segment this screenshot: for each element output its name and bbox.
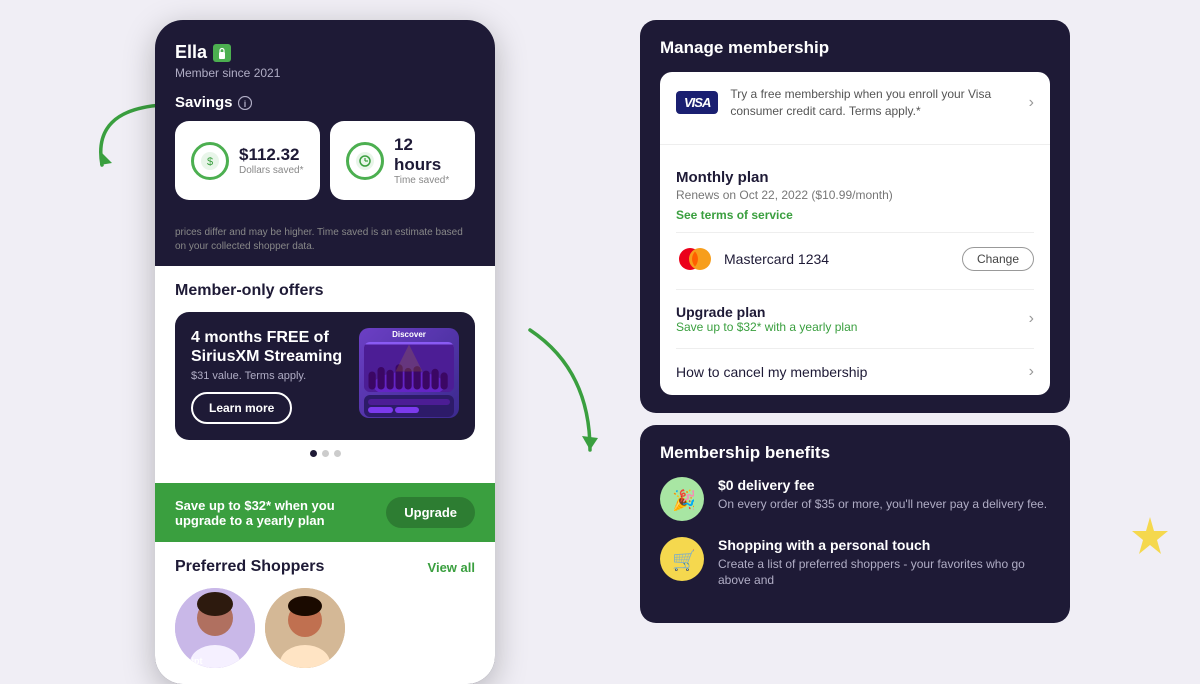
benefit-delivery: 🎉 $0 delivery fee On every order of $35 … — [660, 477, 1050, 521]
cancel-text: How to cancel my membership — [676, 364, 1029, 380]
visa-logo: VISA — [676, 91, 718, 114]
user-name: Ella — [175, 42, 475, 63]
right-panels: Manage membership VISA Try a free member… — [640, 20, 1070, 623]
offer-image: Discover — [359, 328, 459, 418]
upgrade-plan-row[interactable]: Upgrade plan Save up to $32* with a year… — [660, 290, 1050, 348]
upgrade-plan-sub: Save up to $32* with a yearly plan — [676, 320, 1029, 334]
member-since: Member since 2021 — [175, 66, 475, 80]
delivery-title: $0 delivery fee — [718, 477, 1047, 493]
svg-text:🎉: 🎉 — [672, 488, 694, 511]
change-card-button[interactable]: Change — [962, 247, 1034, 271]
phone-left: Ella Member since 2021 Savings i — [155, 20, 495, 684]
dollar-icon: $ — [191, 142, 229, 180]
dollars-amount: $112.32 — [239, 145, 303, 165]
delivery-icon: 🎉 — [660, 477, 704, 521]
offer-card: 4 months FREE of SiriusXM Streaming $31 … — [175, 312, 475, 440]
dollars-sub: Dollars saved* — [239, 165, 303, 176]
dollars-saved-card: $ $112.32 Dollars saved* — [175, 121, 320, 200]
svg-text:i: i — [243, 99, 246, 109]
cancel-chevron-icon: › — [1029, 363, 1034, 381]
payment-card-row: Mastercard 1234 Change — [676, 243, 1034, 275]
plan-renew: Renews on Oct 22, 2022 ($10.99/month) — [676, 188, 1034, 202]
manage-membership-panel: Manage membership VISA Try a free member… — [640, 20, 1070, 413]
manage-panel-card: VISA Try a free membership when you enro… — [660, 72, 1050, 395]
personal-desc: Create a list of preferred shoppers - yo… — [718, 556, 1050, 590]
dot-3 — [334, 450, 341, 457]
savings-cards: $ $112.32 Dollars saved* — [175, 121, 475, 210]
view-all-link[interactable]: View all — [428, 560, 475, 575]
clock-icon — [346, 142, 384, 180]
personal-title: Shopping with a personal touch — [718, 537, 1050, 553]
offer-sub: $31 value. Terms apply. — [191, 370, 349, 382]
delivery-desc: On every order of $35 or more, you'll ne… — [718, 496, 1047, 513]
shopper-avatar-1: Shipt — [175, 588, 255, 668]
upgrade-chevron-icon: › — [1029, 310, 1034, 328]
time-saved-card: 12 hours Time saved* — [330, 121, 475, 200]
lock-icon — [213, 44, 231, 62]
svg-text:🛒: 🛒 — [672, 548, 694, 571]
upgrade-banner: Save up to $32* when you upgrade to a ye… — [155, 483, 495, 542]
terms-link[interactable]: See terms of service — [676, 208, 1034, 222]
offer-title: 4 months FREE of SiriusXM Streaming — [191, 328, 349, 366]
deco-star-yellow — [1130, 515, 1170, 555]
card-name: Mastercard 1234 — [724, 251, 952, 267]
savings-label: Savings i — [175, 94, 475, 111]
svg-text:Shipt: Shipt — [180, 656, 203, 666]
membership-benefits-panel: Membership benefits 🎉 $0 delivery fee On… — [640, 425, 1070, 624]
manage-panel-title: Manage membership — [660, 38, 1050, 58]
visa-promo-text: Try a free membership when you enroll yo… — [730, 86, 1016, 120]
mastercard-icon — [676, 247, 714, 271]
preferred-title: Preferred Shoppers — [175, 558, 324, 576]
upgrade-plan-title: Upgrade plan — [676, 304, 1029, 320]
carousel-dots — [175, 440, 475, 467]
visa-promo-row[interactable]: VISA Try a free membership when you enro… — [660, 72, 1050, 134]
time-amount: 12 hours — [394, 135, 459, 175]
benefits-title: Membership benefits — [660, 443, 1050, 463]
visa-chevron-icon: › — [1029, 94, 1034, 112]
shoppers-row: Shipt — [175, 588, 475, 668]
member-offers-title: Member-only offers — [175, 282, 475, 300]
learn-more-button[interactable]: Learn more — [191, 392, 292, 424]
plan-title: Monthly plan — [676, 169, 1034, 186]
monthly-plan-section: Monthly plan Renews on Oct 22, 2022 ($10… — [660, 155, 1050, 289]
time-sub: Time saved* — [394, 175, 459, 186]
fade-text: prices differ and may be higher. Time sa… — [155, 226, 495, 266]
info-icon: i — [238, 96, 252, 110]
upgrade-banner-text: Save up to $32* when you upgrade to a ye… — [175, 498, 386, 528]
svg-text:$: $ — [207, 156, 213, 168]
phone-header: Ella Member since 2021 Savings i — [155, 20, 495, 226]
dot-1 — [310, 450, 317, 457]
cancel-membership-row[interactable]: How to cancel my membership › — [660, 349, 1050, 395]
divider-2 — [676, 232, 1034, 233]
upgrade-button[interactable]: Upgrade — [386, 497, 475, 528]
preferred-section: Preferred Shoppers View all Shipt — [155, 542, 495, 684]
member-offers-section: Member-only offers 4 months FREE of Siri… — [155, 266, 495, 483]
shopper-avatar-2 — [265, 588, 345, 668]
dot-2 — [322, 450, 329, 457]
cart-icon: 🛒 — [660, 537, 704, 581]
benefit-personal: 🛒 Shopping with a personal touch Create … — [660, 537, 1050, 590]
divider-1 — [660, 144, 1050, 145]
